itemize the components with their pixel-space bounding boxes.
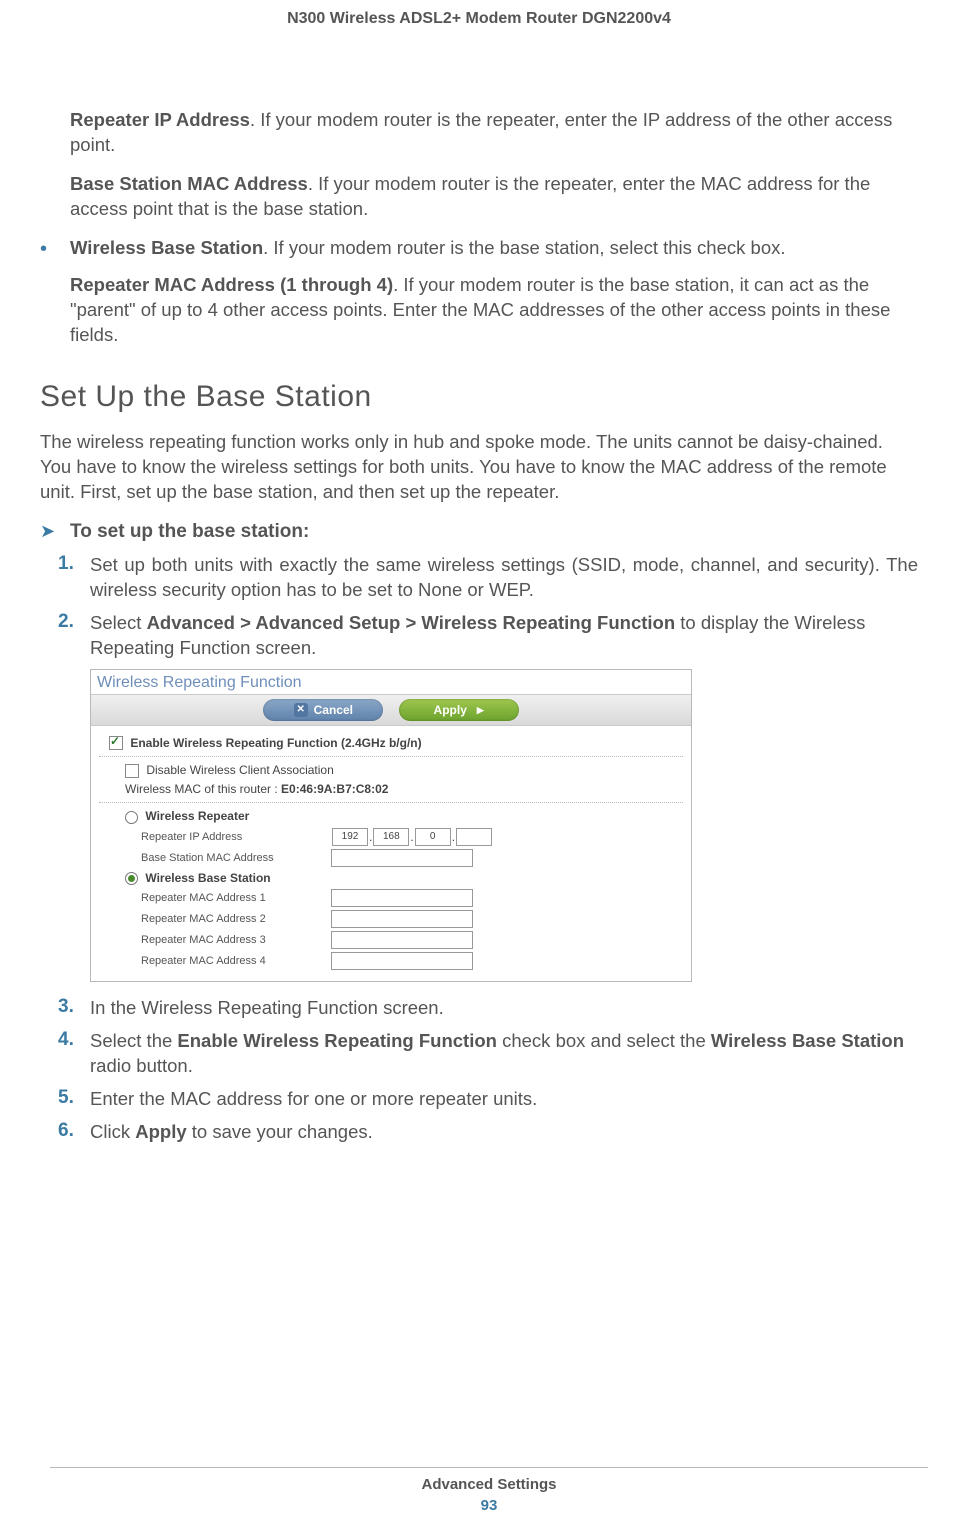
ui-term: Wireless Base Station — [711, 1030, 904, 1051]
ui-term: Enable Wireless Repeating Function — [177, 1030, 497, 1051]
repeater-mac-4-label: Repeater MAC Address 4 — [141, 955, 331, 967]
step-body: Select the Enable Wireless Repeating Fun… — [90, 1029, 918, 1079]
term-repeater-ip: Repeater IP Address — [70, 109, 250, 130]
enable-repeating-row: Enable Wireless Repeating Function (2.4G… — [109, 736, 683, 751]
page-footer: Advanced Settings 93 — [0, 1467, 978, 1514]
step-3: 3. In the Wireless Repeating Function sc… — [58, 996, 918, 1021]
paragraph-base-mac: Base Station MAC Address. If your modem … — [70, 172, 918, 222]
wireless-repeating-panel: Wireless Repeating Function ✕ Cancel Appl… — [90, 669, 692, 982]
text: . If your modem router is the base stati… — [263, 237, 785, 258]
apply-label: Apply — [434, 703, 467, 717]
repeater-mac-4-input[interactable] — [331, 952, 473, 970]
divider — [99, 756, 683, 757]
menu-path: Advanced > Advanced Setup > Wireless Rep… — [147, 612, 676, 633]
ip-octet-4[interactable] — [456, 828, 492, 846]
wireless-base-station-label: Wireless Base Station — [145, 871, 270, 885]
bullet-wireless-base-station: • Wireless Base Station. If your modem r… — [40, 236, 918, 261]
wireless-repeater-option: Wireless Repeater — [125, 809, 683, 823]
base-mac-label: Base Station MAC Address — [141, 852, 331, 864]
triangle-right-icon: ▶ — [477, 699, 484, 721]
repeater-ip-label: Repeater IP Address — [141, 831, 331, 843]
disable-assoc-checkbox[interactable] — [125, 764, 139, 778]
wireless-base-station-radio[interactable] — [125, 872, 138, 885]
apply-button[interactable]: Apply ▶ — [399, 699, 519, 721]
text: radio button. — [90, 1055, 193, 1076]
paragraph-repeater-mac-1-4: Repeater MAC Address (1 through 4). If y… — [70, 273, 918, 348]
mac-of-router: Wireless MAC of this router : E0:46:9A:B… — [125, 782, 683, 796]
repeater-mac-3-label: Repeater MAC Address 3 — [141, 934, 331, 946]
base-mac-row: Base Station MAC Address — [141, 849, 683, 867]
wireless-repeater-radio[interactable] — [125, 811, 138, 824]
cancel-label: Cancel — [314, 703, 353, 717]
step-5: 5. Enter the MAC address for one or more… — [58, 1087, 918, 1112]
step-6: 6. Click Apply to save your changes. — [58, 1120, 918, 1145]
step-4: 4. Select the Enable Wireless Repeating … — [58, 1029, 918, 1079]
text: Click — [90, 1121, 135, 1142]
mac-prefix: Wireless MAC of this router : — [125, 782, 281, 796]
footer-page-number: 93 — [0, 1497, 978, 1514]
repeater-mac-1-input[interactable] — [331, 889, 473, 907]
term-rep-mac: Repeater MAC Address (1 through 4) — [70, 274, 393, 295]
wireless-base-station-option: Wireless Base Station — [125, 871, 683, 885]
repeater-mac-3-row: Repeater MAC Address 3 — [141, 931, 683, 949]
repeater-mac-2-row: Repeater MAC Address 2 — [141, 910, 683, 928]
mac-value: E0:46:9A:B7:C8:02 — [281, 782, 388, 796]
repeater-mac-4-row: Repeater MAC Address 4 — [141, 952, 683, 970]
repeater-mac-1-label: Repeater MAC Address 1 — [141, 892, 331, 904]
base-mac-input[interactable] — [331, 849, 473, 867]
step-body: Enter the MAC address for one or more re… — [90, 1087, 918, 1112]
close-icon: ✕ — [294, 703, 308, 717]
disable-assoc-row: Disable Wireless Client Association — [125, 763, 683, 778]
step-number: 6. — [58, 1120, 90, 1145]
footer-divider — [50, 1467, 928, 1468]
doc-header: N300 Wireless ADSL2+ Modem Router DGN220… — [40, 10, 918, 28]
section-intro: The wireless repeating function works on… — [40, 430, 918, 505]
repeater-mac-3-input[interactable] — [331, 931, 473, 949]
step-number: 1. — [58, 553, 90, 603]
step-1: 1. Set up both units with exactly the sa… — [58, 553, 918, 603]
bullet-icon: • — [40, 236, 70, 261]
triangle-icon: ➤ — [40, 521, 70, 542]
step-body: Set up both units with exactly the same … — [90, 553, 918, 603]
wireless-repeater-label: Wireless Repeater — [145, 809, 249, 823]
footer-section: Advanced Settings — [0, 1476, 978, 1493]
procedure-title-row: ➤ To set up the base station: — [40, 521, 918, 543]
step-number: 4. — [58, 1029, 90, 1079]
step-body: Select Advanced > Advanced Setup > Wirel… — [90, 611, 918, 661]
term-base-mac: Base Station MAC Address — [70, 173, 308, 194]
paragraph-repeater-ip: Repeater IP Address. If your modem route… — [70, 108, 918, 158]
repeater-ip-row: Repeater IP Address 192. 168. 0. — [141, 828, 683, 846]
section-heading: Set Up the Base Station — [40, 380, 918, 414]
ip-octet-2[interactable]: 168 — [373, 828, 409, 846]
divider — [99, 802, 683, 803]
text: Select the — [90, 1030, 177, 1051]
step-body: Click Apply to save your changes. — [90, 1120, 918, 1145]
step-number: 5. — [58, 1087, 90, 1112]
repeater-mac-2-label: Repeater MAC Address 2 — [141, 913, 331, 925]
step-body: In the Wireless Repeating Function scree… — [90, 996, 918, 1021]
text: Select — [90, 612, 147, 633]
text: check box and select the — [497, 1030, 711, 1051]
enable-repeating-label: Enable Wireless Repeating Function (2.4G… — [130, 736, 421, 750]
ip-octet-1[interactable]: 192 — [332, 828, 368, 846]
repeater-mac-1-row: Repeater MAC Address 1 — [141, 889, 683, 907]
repeater-mac-2-input[interactable] — [331, 910, 473, 928]
cancel-button[interactable]: ✕ Cancel — [263, 699, 383, 721]
ui-term: Apply — [135, 1121, 186, 1142]
step-2: 2. Select Advanced > Advanced Setup > Wi… — [58, 611, 918, 661]
panel-button-bar: ✕ Cancel Apply ▶ — [91, 694, 691, 726]
procedure-title: To set up the base station: — [70, 521, 309, 543]
ip-octet-3[interactable]: 0 — [415, 828, 451, 846]
panel-title: Wireless Repeating Function — [91, 670, 691, 694]
term-wbs: Wireless Base Station — [70, 237, 263, 258]
enable-repeating-checkbox[interactable] — [109, 736, 123, 750]
disable-assoc-label: Disable Wireless Client Association — [146, 763, 333, 777]
text: to save your changes. — [187, 1121, 373, 1142]
step-number: 2. — [58, 611, 90, 661]
step-number: 3. — [58, 996, 90, 1021]
